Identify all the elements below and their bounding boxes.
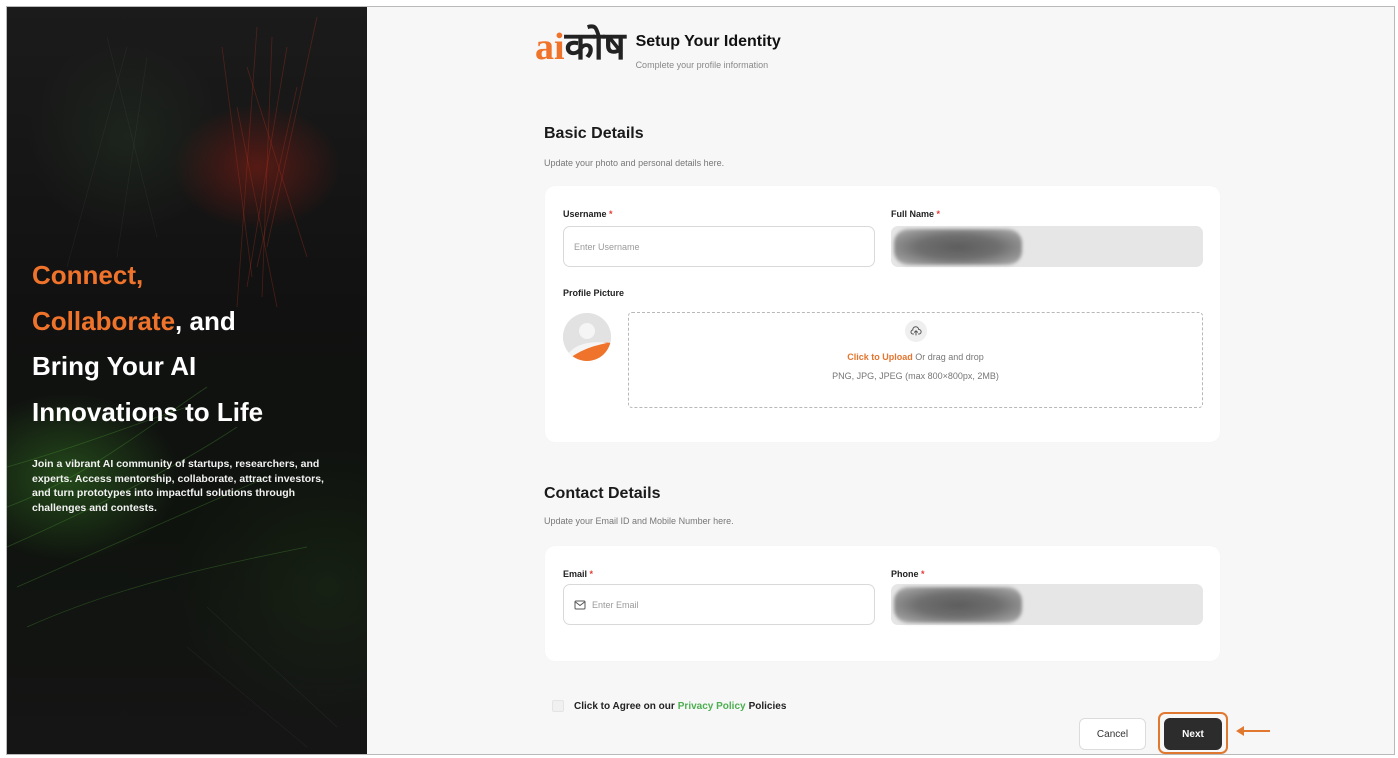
upload-formats: PNG, JPG, JPEG (max 800×800px, 2MB) xyxy=(832,371,999,381)
click-to-upload-link[interactable]: Click to Upload xyxy=(847,352,913,362)
agree-checkbox[interactable] xyxy=(552,700,564,712)
email-label: Email * xyxy=(563,569,593,579)
main-panel: aiकोष Setup Your Identity Complete your … xyxy=(367,7,1394,754)
email-placeholder: Enter Email xyxy=(592,599,639,610)
required-mark: * xyxy=(921,569,925,579)
avatar-placeholder xyxy=(563,313,611,361)
email-input[interactable]: Enter Email xyxy=(563,584,875,625)
upload-instructions: Click to Upload Or drag and drop xyxy=(629,352,1202,362)
logo-ai-text: ai xyxy=(535,26,565,68)
username-input[interactable]: Enter Username xyxy=(563,226,875,267)
redacted-value xyxy=(894,586,1022,623)
page-subtitle: Complete your profile information xyxy=(635,60,769,70)
upload-dropzone[interactable]: Click to Upload Or drag and drop PNG, JP… xyxy=(628,312,1203,408)
hero-description: Join a vibrant AI community of startups,… xyxy=(32,458,324,514)
username-label: Username * xyxy=(563,209,613,219)
hero-title-line-4: Innovations to Life xyxy=(32,396,264,427)
agree-prefix: Click to Agree on our xyxy=(574,700,675,712)
privacy-agreement: Click to Agree on our Privacy Policy Pol… xyxy=(552,700,786,712)
phone-input[interactable] xyxy=(891,584,1203,625)
next-button[interactable]: Next xyxy=(1164,718,1222,750)
user-avatar-icon xyxy=(563,313,611,361)
contact-details-title: Contact Details xyxy=(544,485,661,502)
drag-drop-text: Or drag and drop xyxy=(915,352,984,362)
hero-title-accent-1: Connect, xyxy=(32,260,144,290)
aikosh-logo: aiकोष xyxy=(535,25,626,69)
page-title: Setup Your Identity xyxy=(635,33,781,50)
username-placeholder: Enter Username xyxy=(574,241,640,252)
required-mark: * xyxy=(609,209,613,219)
app-frame: Connect, Collaborate, and Bring Your AI … xyxy=(6,6,1395,755)
upload-icon-wrapper xyxy=(904,320,927,342)
required-mark: * xyxy=(589,569,594,579)
brand-header: aiकोष Setup Your Identity Complete your … xyxy=(535,25,781,70)
contact-details-subtitle: Update your Email ID and Mobile Number h… xyxy=(544,516,734,526)
hero-title-rest-2: , and xyxy=(175,305,236,336)
cloud-upload-icon xyxy=(910,326,922,336)
cancel-button[interactable]: Cancel xyxy=(1079,718,1146,750)
contact-details-card: Email * Enter Email Phone * xyxy=(545,546,1220,661)
hero-panel: Connect, Collaborate, and Bring Your AI … xyxy=(7,7,367,754)
basic-details-card: Username * Enter Username Full Name * Pr… xyxy=(545,186,1220,442)
hero-title-accent-2: Collaborate xyxy=(32,305,176,336)
email-label-text: Email xyxy=(563,569,588,579)
basic-details-title: Basic Details xyxy=(544,125,644,142)
logo-kosh-text: कोष xyxy=(564,26,626,68)
basic-details-subtitle: Update your photo and personal details h… xyxy=(544,158,725,168)
fullname-input[interactable] xyxy=(891,226,1203,267)
username-label-text: Username xyxy=(563,209,607,219)
redacted-value xyxy=(894,228,1022,265)
phone-label: Phone * xyxy=(891,569,925,579)
mail-icon xyxy=(574,600,586,609)
hero-title-line-3: Bring Your AI xyxy=(32,351,197,381)
phone-label-text: Phone xyxy=(891,569,919,579)
pointer-arrow-icon xyxy=(1236,726,1270,736)
agree-suffix: Policies xyxy=(748,700,787,712)
fullname-label-text: Full Name xyxy=(891,209,935,219)
profile-picture-label: Profile Picture xyxy=(563,288,625,298)
privacy-policy-link[interactable]: Privacy Policy xyxy=(678,701,746,712)
required-mark: * xyxy=(936,209,941,219)
hero-headline: Connect, Collaborate, and Bring Your AI … xyxy=(32,253,352,435)
fullname-label: Full Name * xyxy=(891,209,940,219)
